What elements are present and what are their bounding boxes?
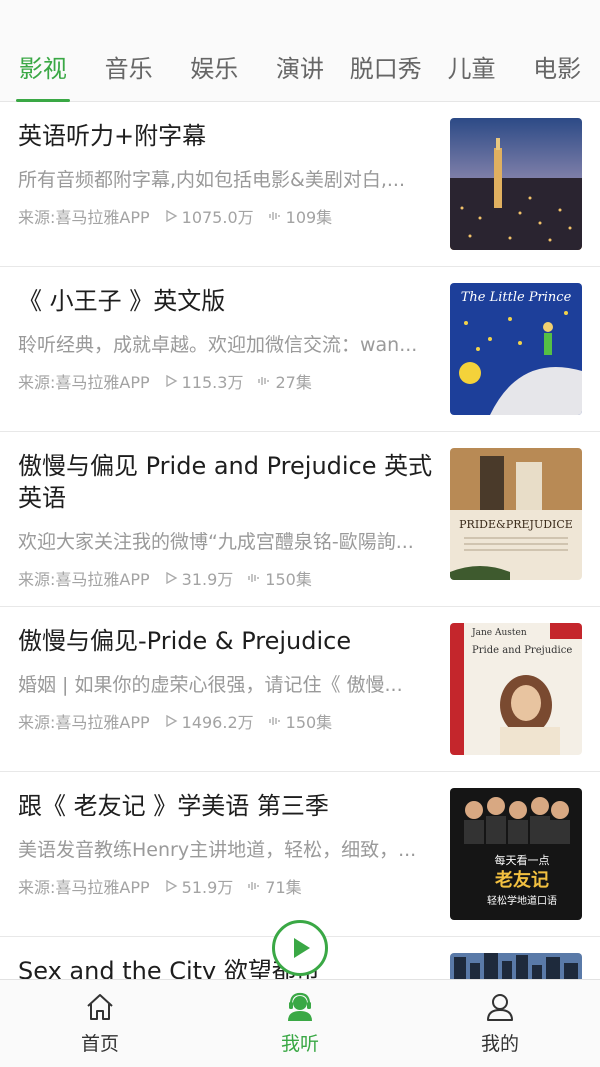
- list-item[interactable]: 《 小王子 》英文版 聆听经典，成就卓越。欢迎加微信交流：wan... 来源:喜…: [0, 267, 600, 432]
- episodes-icon: [248, 882, 259, 890]
- item-title: 跟《 老友记 》学美语 第三季: [18, 792, 329, 820]
- play-count-icon: [165, 714, 177, 728]
- item-description: 所有音频都附字幕,内如包括电影&美剧对白,...: [18, 169, 406, 191]
- play-count-icon: [165, 879, 177, 893]
- episodes-icon: [258, 377, 270, 385]
- category-tabs: 影视 音乐 娱乐 演讲 脱口秀 儿童 电影: [0, 40, 600, 102]
- item-play-count: 51.9万: [181, 878, 234, 897]
- episodes-icon: [268, 212, 280, 220]
- item-source: 来源:喜马拉雅APP: [18, 570, 150, 589]
- album-list: 英语听力+附字幕 所有音频都附字幕,内如包括电影&美剧对白,... 来源:喜马拉…: [0, 102, 600, 979]
- tab-entertainment[interactable]: 娱乐: [171, 40, 257, 102]
- cover-title-text: The Little Prince: [461, 290, 572, 305]
- item-title: 英语听力+附字幕: [18, 122, 207, 150]
- album-cover-city-skyline[interactable]: [450, 953, 582, 979]
- tab-speech[interactable]: 演讲: [257, 40, 343, 102]
- item-play-count: 115.3万: [181, 373, 244, 392]
- nav-listening[interactable]: 我听: [200, 980, 400, 1067]
- list-item[interactable]: 跟《 老友记 》学美语 第三季 美语发音教练Henry主讲地道，轻松，细致，..…: [0, 772, 600, 937]
- item-title: 傲慢与偏见 Pride and Prejudice 英式英语: [18, 452, 433, 512]
- item-title: 傲慢与偏见-Pride & Prejudice: [18, 627, 352, 655]
- item-episode-count: 109集: [285, 208, 333, 227]
- item-source: 来源:喜马拉雅APP: [18, 208, 150, 227]
- item-episode-count: 150集: [265, 570, 312, 589]
- play-count-icon: [165, 209, 177, 223]
- item-description: 欢迎大家关注我的微博“九成宫醴泉铭-歐陽詢...: [18, 531, 414, 553]
- item-play-count: 31.9万: [181, 570, 234, 589]
- status-bar: [0, 0, 600, 40]
- item-title: Sex and the City 欲望都市: [18, 957, 320, 979]
- home-icon: [87, 994, 113, 1020]
- cover-author-text: Jane Austen: [471, 628, 527, 638]
- play-count-icon: [165, 374, 177, 388]
- item-episode-count: 150集: [285, 713, 333, 732]
- now-playing-button[interactable]: [272, 920, 328, 976]
- item-source: 来源:喜马拉雅APP: [18, 373, 150, 392]
- episodes-icon: [248, 574, 259, 582]
- album-cover-friends[interactable]: 每天看一点 老友记 轻松学地道口语: [450, 788, 582, 920]
- item-episode-count: 27集: [275, 373, 312, 392]
- list-item[interactable]: 傲慢与偏见-Pride & Prejudice 婚姻 | 如果你的虚荣心很强，请…: [0, 607, 600, 772]
- item-source: 来源:喜马拉雅APP: [18, 878, 150, 897]
- item-title: 《 小王子 》英文版: [18, 287, 226, 315]
- nav-home-label: 首页: [80, 1033, 119, 1055]
- list-item[interactable]: 英语听力+附字幕 所有音频都附字幕,内如包括电影&美剧对白,... 来源:喜马拉…: [0, 102, 600, 267]
- play-count-icon: [165, 571, 177, 585]
- item-description: 美语发音教练Henry主讲地道，轻松，细致，...: [18, 839, 417, 861]
- tab-film-tv[interactable]: 影视: [0, 40, 86, 102]
- nav-mine-label: 我的: [480, 1033, 519, 1055]
- bottom-navigation: 首页 我听 我的: [0, 979, 600, 1067]
- nav-home[interactable]: 首页: [0, 980, 200, 1067]
- user-icon: [487, 994, 513, 1021]
- nav-mine[interactable]: 我的: [400, 980, 600, 1067]
- nav-listening-label: 我听: [280, 1033, 319, 1055]
- item-episode-count: 71集: [265, 878, 302, 897]
- tab-music[interactable]: 音乐: [86, 40, 172, 102]
- play-icon: [294, 938, 310, 958]
- list-item[interactable]: 傲慢与偏见 Pride and Prejudice 英式英语 欢迎大家关注我的微…: [0, 432, 600, 607]
- album-cover-city-night[interactable]: [450, 118, 582, 250]
- cover-line-3: 轻松学地道口语: [487, 894, 557, 907]
- tab-children[interactable]: 儿童: [429, 40, 515, 102]
- item-description: 聆听经典，成就卓越。欢迎加微信交流：wan...: [18, 334, 418, 356]
- headset-user-icon: [288, 992, 312, 1021]
- episodes-icon: [268, 717, 280, 725]
- cover-line-2: 老友记: [495, 869, 549, 891]
- album-cover-pride-classics[interactable]: Jane Austen Pride and Prejudice: [450, 623, 582, 755]
- tab-talk-show[interactable]: 脱口秀: [343, 40, 429, 102]
- cover-title-text: PRIDE&PREJUDICE: [459, 518, 573, 531]
- cover-line-1: 每天看一点: [495, 853, 550, 867]
- item-source: 来源:喜马拉雅APP: [18, 713, 150, 732]
- tab-movie[interactable]: 电影: [514, 40, 600, 102]
- item-play-count: 1075.0万: [181, 208, 254, 227]
- item-play-count: 1496.2万: [181, 713, 254, 732]
- cover-title-text: Pride and Prejudice: [472, 645, 572, 656]
- item-description: 婚姻 | 如果你的虚荣心很强，请记住《 傲慢...: [18, 674, 403, 696]
- album-cover-pride-and-prejudice[interactable]: PRIDE&PREJUDICE: [450, 448, 582, 580]
- album-cover-little-prince[interactable]: The Little Prince: [450, 283, 582, 415]
